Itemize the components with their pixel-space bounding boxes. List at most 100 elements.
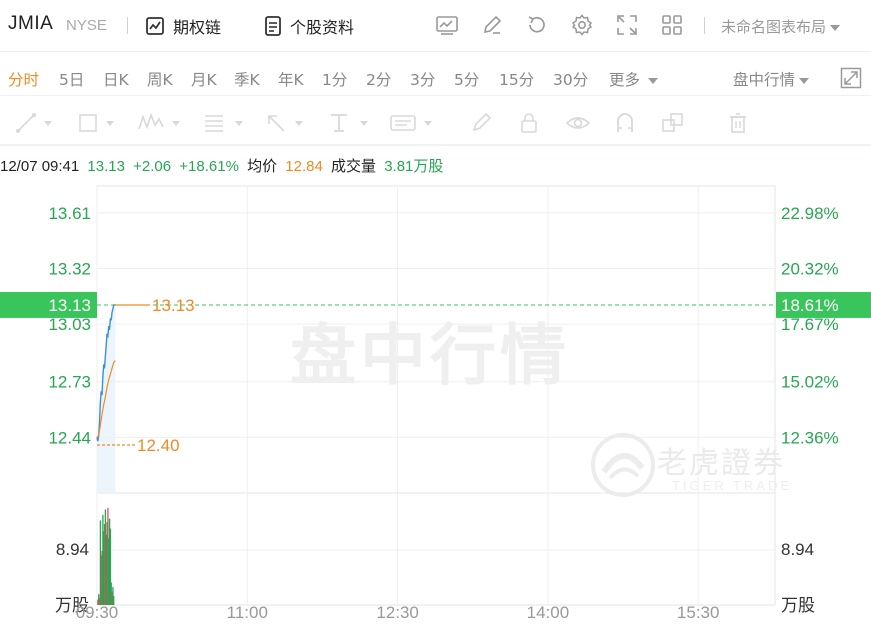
- rectangle-tool-icon[interactable]: [76, 111, 100, 135]
- quote-change-pct: +18.61%: [179, 158, 239, 175]
- avg-price-label: 均价: [247, 158, 278, 175]
- options-chain-icon: [146, 17, 164, 35]
- period-tab[interactable]: 季K: [234, 68, 260, 90]
- x-tick-label: 12:30: [376, 603, 419, 622]
- settings-icon[interactable]: [570, 13, 594, 37]
- chevron-down-icon[interactable]: [106, 121, 114, 126]
- y-tick-label-right: 20.32%: [781, 260, 839, 279]
- period-tab[interactable]: 3分: [410, 68, 435, 90]
- y-tick-label-right: 22.98%: [781, 204, 839, 223]
- expand-icon[interactable]: [840, 67, 862, 89]
- period-tab[interactable]: 月K: [191, 68, 217, 90]
- layout-grid-icon[interactable]: [660, 13, 684, 37]
- y-tick-label-left: 12.73: [48, 373, 91, 392]
- chart-header: JMIA NYSE 期权链 个股资料 未命名图表布局: [0, 0, 871, 52]
- text-tool-icon[interactable]: [327, 111, 351, 135]
- price-label-tool-icon[interactable]: [389, 111, 417, 135]
- period-tab[interactable]: 1分: [322, 68, 347, 90]
- quote-change: +2.06: [133, 158, 172, 175]
- low-price-label: 12.40: [137, 436, 180, 455]
- brush-tool-icon[interactable]: [469, 111, 493, 135]
- layout-name: 未命名图表布局: [721, 18, 827, 36]
- chevron-down-icon: [648, 77, 659, 84]
- quote-info: 12/07 09:41 13.13 +2.06 +18.61% 均价 12.84…: [0, 155, 447, 177]
- x-tick-label: 14:00: [527, 603, 570, 622]
- chevron-down-icon[interactable]: [172, 121, 180, 126]
- period-tab[interactable]: 年K: [278, 68, 304, 90]
- exchange-name: NYSE: [66, 17, 107, 34]
- chevron-down-icon[interactable]: [424, 121, 432, 126]
- y-tick-label-left: 12.44: [48, 428, 91, 447]
- session-selector[interactable]: 盘中行情: [733, 68, 810, 90]
- more-periods-button[interactable]: 更多: [609, 68, 659, 90]
- quote-price: 13.13: [87, 158, 125, 175]
- chevron-down-icon: [830, 24, 841, 31]
- avg-price-value: 12.84: [285, 158, 323, 175]
- period-tab[interactable]: 5分: [454, 68, 479, 90]
- brand-watermark: 老虎證券 TIGER TRADE: [590, 432, 810, 502]
- options-chain-label: 期权链: [173, 18, 222, 37]
- options-chain-button[interactable]: 期权链: [145, 14, 221, 38]
- period-tab[interactable]: 2分: [366, 68, 391, 90]
- high-price-label: 13.13: [152, 296, 195, 315]
- chevron-down-icon: [799, 77, 810, 84]
- x-tick-label: 11:00: [227, 603, 268, 622]
- price-area: [97, 305, 116, 493]
- period-bar: 分时 5日 日K 周K 月K 季K 年K 1分 2分 3分 5分 15分 30分…: [0, 60, 871, 96]
- fullscreen-icon[interactable]: [615, 13, 639, 37]
- period-tab[interactable]: 周K: [147, 68, 173, 90]
- volume-label: 成交量: [331, 158, 377, 175]
- intraday-chart[interactable]: 13.61 22.98% 13.32 20.32% 13.03 17.67% 12.73 15…: [0, 178, 871, 634]
- lock-icon[interactable]: [517, 111, 541, 135]
- y-tick-label-left: 13.61: [48, 204, 91, 223]
- divider: [127, 17, 128, 34]
- volume-unit-right: 万股: [781, 596, 815, 616]
- magnet-icon[interactable]: [613, 111, 637, 135]
- current-pct-badge-label: 18.61%: [781, 296, 839, 315]
- fibonacci-tool-icon[interactable]: [202, 111, 226, 135]
- axis-labels: 13.61 22.98% 13.32 20.32% 13.03 17.67% 12.73 15…: [0, 204, 871, 622]
- chevron-down-icon[interactable]: [295, 121, 303, 126]
- period-tab[interactable]: 15分: [499, 68, 534, 90]
- layout-selector[interactable]: 未命名图表布局: [721, 16, 841, 37]
- edit-icon[interactable]: [480, 13, 504, 37]
- document-icon: [265, 16, 281, 36]
- stock-profile-label: 个股资料: [290, 18, 355, 37]
- y-tick-label-right: 17.67%: [781, 315, 839, 334]
- chevron-down-icon[interactable]: [235, 121, 243, 126]
- chevron-down-icon[interactable]: [44, 121, 52, 126]
- period-tab[interactable]: 30分: [553, 68, 588, 90]
- session-watermark: 盘中行情: [290, 317, 570, 394]
- volume-bars: [97, 507, 115, 605]
- y-tick-label-left: 13.03: [48, 315, 91, 334]
- period-tab[interactable]: 日K: [103, 68, 129, 90]
- brand-name: 老虎證券: [657, 446, 785, 481]
- more-label: 更多: [609, 71, 641, 89]
- current-price-badge-label: 13.13: [48, 296, 91, 315]
- y-tick-label-left: 13.32: [48, 260, 91, 279]
- ticker-symbol[interactable]: JMIA: [8, 13, 53, 35]
- chevron-down-icon[interactable]: [360, 121, 368, 126]
- chart-type-icon[interactable]: [435, 13, 459, 37]
- eye-icon[interactable]: [565, 111, 591, 135]
- quote-datetime: 12/07 09:41: [0, 158, 80, 175]
- brand-sub: TIGER TRADE: [672, 478, 793, 493]
- volume-value: 3.81万股: [384, 158, 444, 175]
- x-tick-label: 15:30: [677, 603, 720, 622]
- period-tab[interactable]: 5日: [59, 68, 84, 90]
- tiger-logo-icon: [591, 433, 655, 497]
- y-tick-label-right: 15.02%: [781, 373, 839, 392]
- wave-tool-icon[interactable]: [137, 111, 165, 135]
- line-tool-icon[interactable]: [14, 111, 38, 135]
- x-tick-label: 09:30: [76, 603, 119, 622]
- volume-tick-right: 8.94: [781, 540, 814, 559]
- arrow-tool-icon[interactable]: [264, 111, 288, 135]
- reset-icon[interactable]: [525, 13, 549, 37]
- trash-icon[interactable]: [727, 111, 749, 135]
- stock-profile-button[interactable]: 个股资料: [264, 14, 354, 38]
- period-tab[interactable]: 分时: [8, 68, 39, 90]
- session-label: 盘中行情: [733, 71, 796, 89]
- divider: [704, 17, 705, 34]
- drawing-toolbar: [0, 100, 871, 146]
- clone-icon[interactable]: [660, 111, 686, 135]
